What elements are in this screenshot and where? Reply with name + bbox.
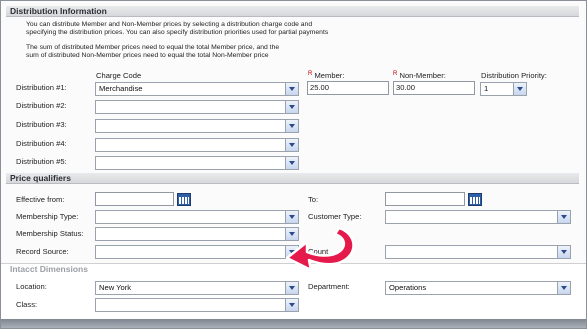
distribution-sum-note-line2: sum of distributed Non-Member prices nee… [26, 52, 269, 59]
to-date-input[interactable] [385, 192, 465, 206]
chevron-down-icon[interactable] [285, 157, 298, 169]
distribution-1-nonmember-input[interactable]: 30.00 [393, 81, 475, 95]
distribution-1-label: Distribution #1: [16, 83, 67, 92]
member-column-header: R Member: [308, 71, 345, 80]
distribution-5-label: Distribution #5: [16, 157, 67, 166]
class-label: Class: [16, 300, 38, 309]
record-source-select[interactable] [95, 245, 299, 259]
effective-from-label: Effective from: [16, 195, 65, 204]
distribution-4-charge-code-select[interactable] [95, 138, 299, 152]
customer-type-label: Customer Type: [308, 212, 362, 221]
nonmember-column-header: R Non-Member: [393, 71, 446, 80]
distribution-5-charge-code-select[interactable] [95, 156, 299, 170]
calendar-icon[interactable] [468, 193, 482, 206]
chevron-down-icon[interactable] [285, 139, 298, 151]
distribution-1-charge-code-value: Merchandise [99, 84, 143, 93]
effective-from-input[interactable] [95, 192, 174, 206]
distribution-note-line2: specifying the distribution prices. You … [26, 29, 329, 36]
distribution-1-charge-code-select[interactable]: Merchandise [95, 82, 299, 96]
distribution-priority-column-header: Distribution Priority: [481, 71, 547, 80]
distribution-note-line1: You can distribute Member and Non-Member… [26, 21, 313, 28]
country-select[interactable] [385, 245, 571, 259]
chevron-down-icon[interactable] [285, 211, 298, 223]
chevron-down-icon[interactable] [285, 299, 298, 311]
chevron-down-icon[interactable] [285, 282, 298, 294]
distribution-3-label: Distribution #3: [16, 120, 67, 129]
chevron-down-icon[interactable] [285, 120, 298, 132]
price-qualifiers-section-header: Price qualifiers [6, 173, 579, 184]
charge-code-column-header: Charge Code [96, 71, 142, 80]
chevron-down-icon[interactable] [557, 282, 570, 294]
membership-type-select[interactable] [95, 210, 299, 224]
panel-shadow [1, 319, 586, 328]
chevron-down-icon[interactable] [285, 101, 298, 113]
distribution-sum-note-line1: The sum of distributed Member prices nee… [26, 44, 280, 51]
class-select[interactable] [95, 298, 299, 312]
membership-status-label: Membership Status: [16, 229, 84, 238]
distribution-4-label: Distribution #4: [16, 139, 67, 148]
chevron-down-icon[interactable] [513, 83, 526, 95]
calendar-icon[interactable] [177, 193, 191, 206]
chevron-down-icon[interactable] [557, 246, 570, 258]
distribution-1-member-input[interactable]: 25.00 [307, 81, 389, 95]
distribution-2-label: Distribution #2: [16, 101, 67, 110]
distribution-2-charge-code-select[interactable] [95, 100, 299, 114]
customer-type-select[interactable] [385, 210, 571, 224]
record-source-label: Record Source: [16, 247, 69, 256]
department-value: Operations [389, 283, 427, 292]
distribution-1-priority-value: 1 [484, 84, 489, 93]
callout-arrow-icon [285, 226, 355, 272]
distribution-3-charge-code-select[interactable] [95, 119, 299, 133]
department-label: Department: [308, 282, 350, 291]
location-label: Location: [16, 282, 47, 291]
department-select[interactable]: Operations [385, 281, 571, 295]
location-value: New York [99, 283, 132, 292]
location-select[interactable]: New York [95, 281, 299, 295]
membership-type-label: Membership Type: [16, 212, 79, 221]
distribution-1-priority-select[interactable]: 1 [480, 82, 527, 96]
to-label: To: [308, 195, 319, 204]
membership-status-select[interactable] [95, 227, 299, 241]
intacct-dimensions-header: Intacct Dimensions [10, 264, 88, 274]
chevron-down-icon[interactable] [285, 83, 298, 95]
chevron-down-icon[interactable] [557, 211, 570, 223]
distribution-section-header: Distribution Information [6, 6, 579, 17]
